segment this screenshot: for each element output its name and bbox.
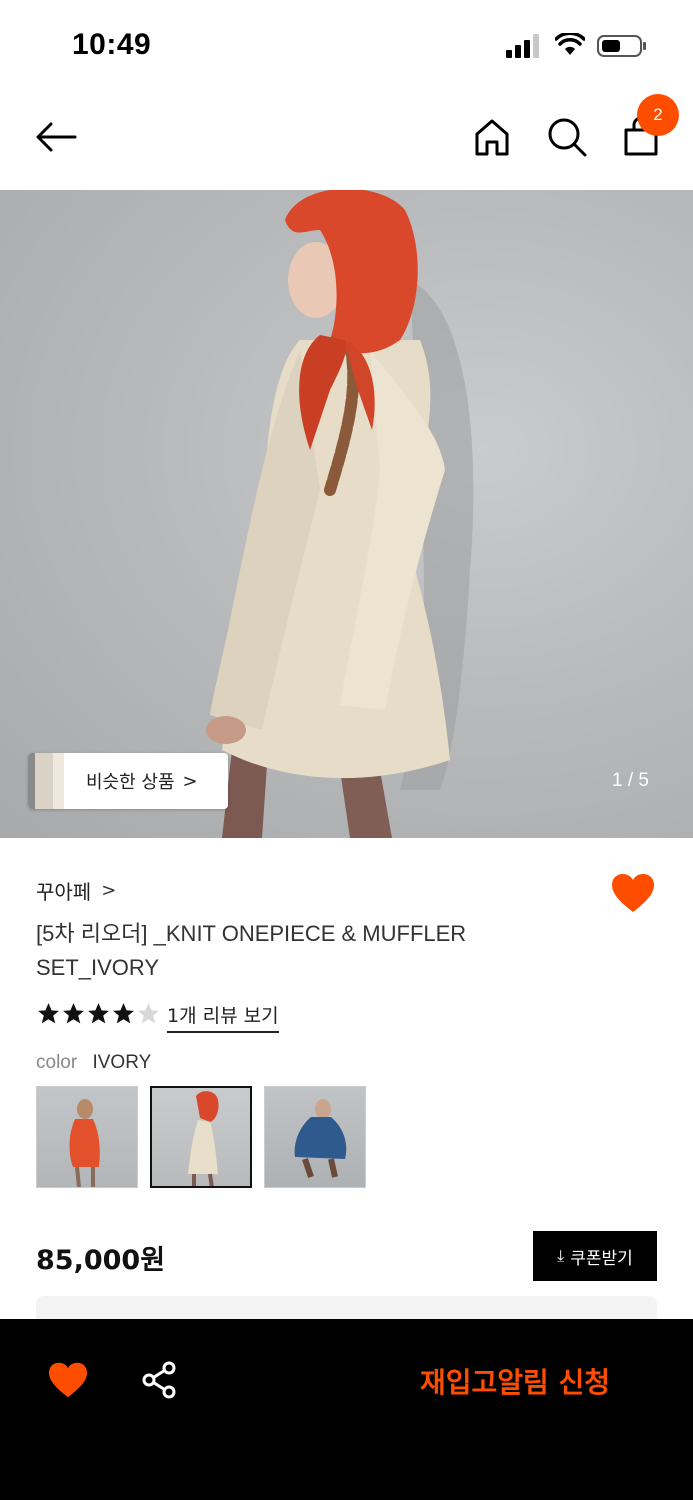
search-icon [548, 118, 587, 157]
bottom-action-bar: 재입고알림 신청 [0, 1319, 693, 1500]
selected-color-value: IVORY [92, 1052, 152, 1073]
home-button[interactable] [469, 114, 515, 160]
status-bar: 10:49 [0, 0, 693, 90]
swatch-image [69, 1099, 100, 1187]
product-price: 85,000원 [36, 1245, 166, 1276]
star-filled-icon [38, 1003, 59, 1024]
cellular-signal-icon [506, 34, 539, 58]
brand-link[interactable]: 꾸아페 > [36, 876, 116, 905]
status-time: 10:49 [72, 28, 152, 61]
brand-name: 꾸아페 [36, 880, 92, 904]
top-nav [0, 100, 693, 180]
similar-products-button[interactable]: 비슷한 상품 > [28, 753, 228, 809]
search-button[interactable] [544, 114, 590, 160]
arrow-left-icon [36, 122, 77, 152]
color-option-row: color IVORY [36, 1052, 151, 1074]
similar-products-label: 비슷한 상품 [86, 772, 175, 793]
battery-icon [597, 35, 646, 57]
download-icon: ⤓ [557, 1246, 565, 1265]
image-counter: 1 / 5 [612, 770, 649, 791]
color-swatch-orange[interactable] [36, 1086, 138, 1188]
coupon-button[interactable]: ⤓ 쿠폰받기 [533, 1231, 657, 1281]
product-photo-illustration [206, 190, 474, 838]
chevron-right-icon: > [101, 880, 117, 901]
back-button[interactable] [33, 114, 79, 160]
wishlist-heart-icon[interactable] [610, 872, 656, 914]
wishlist-heart-icon[interactable] [47, 1361, 89, 1399]
color-swatch-ivory[interactable] [150, 1086, 252, 1188]
similar-products-thumbnail [28, 753, 64, 809]
restock-alert-button[interactable]: 재입고알림 신청 [420, 1361, 610, 1401]
cart-count-badge: 2 [637, 94, 679, 136]
chevron-right-icon: > [182, 770, 198, 792]
rating-stars [36, 1001, 161, 1026]
wifi-icon [555, 33, 585, 55]
share-icon[interactable] [140, 1361, 178, 1399]
star-empty-icon [138, 1003, 159, 1024]
color-swatch-blue[interactable] [264, 1086, 366, 1188]
swatch-image [294, 1099, 347, 1178]
star-filled-icon [88, 1003, 109, 1024]
swatch-image [188, 1091, 219, 1186]
star-filled-icon [113, 1003, 134, 1024]
product-image[interactable] [0, 190, 693, 838]
coupon-label: 쿠폰받기 [570, 1248, 633, 1269]
review-link[interactable]: 1개 리뷰 보기 [167, 1001, 279, 1033]
product-title: [5차 리오더] _KNIT ONEPIECE & MUFFLER SET_IV… [36, 921, 467, 980]
color-label: color [36, 1052, 78, 1073]
home-icon [475, 119, 509, 156]
star-filled-icon [63, 1003, 84, 1024]
